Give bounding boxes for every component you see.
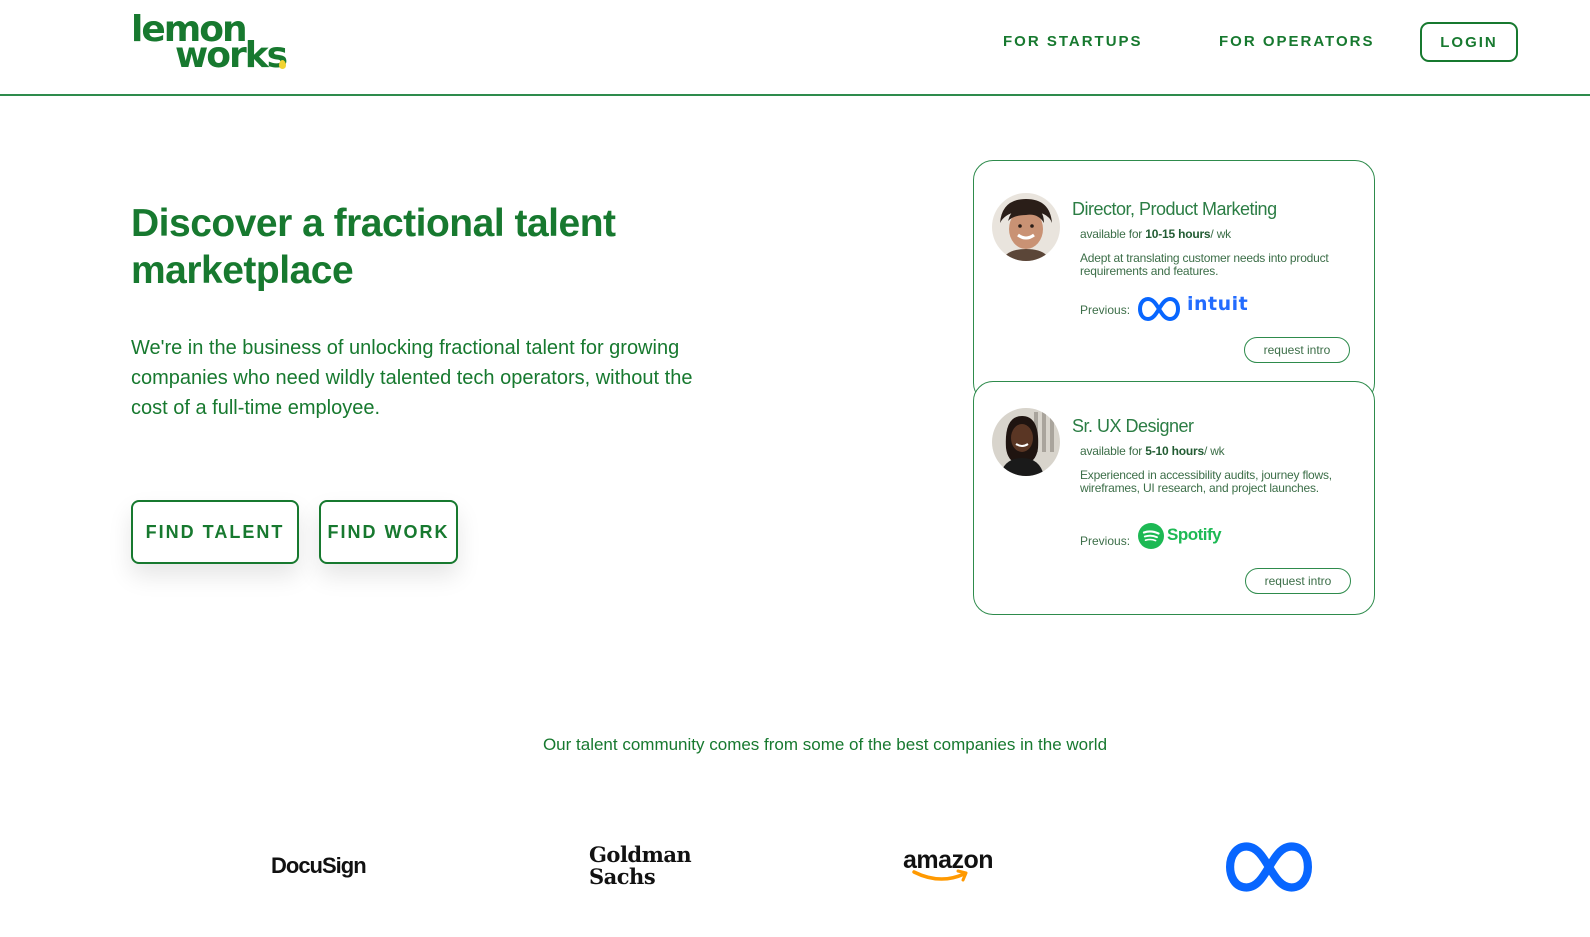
goldman-line-2: Sachs [589,864,656,889]
hero-description: We're in the business of unlocking fract… [131,337,693,419]
nav-for-startups[interactable]: FOR STARTUPS [1003,33,1143,50]
site-header: lemon works FOR STARTUPS FOR OPERATORS L… [0,0,1590,96]
avatar [992,193,1060,261]
login-button[interactable]: LOGIN [1420,22,1518,62]
hero-title: Discover a fractional talent marketplace [131,202,616,292]
availability-suffix: / wk [1203,444,1225,458]
availability-suffix: / wk [1210,227,1231,241]
request-intro-button[interactable]: request intro [1245,568,1351,594]
availability: available for 5-10 hours/ wk [1080,444,1225,458]
card-description: Experienced in accessibility audits, jou… [1080,468,1332,495]
card-title: Sr. UX Designer [1072,416,1194,436]
meta-icon [1138,297,1180,321]
companies-heading: Our talent community comes from some of … [542,735,1108,754]
card-title: Director, Product Marketing [1072,199,1277,219]
availability: available for 10-15 hours/ wk [1080,227,1231,241]
find-talent-button[interactable]: FIND TALENT [131,500,299,564]
lemon-drop-icon [279,60,286,69]
previous-label: Previous: [1080,534,1131,548]
goldman-line-1: Goldman [589,842,692,867]
find-work-button[interactable]: FIND WORK [319,500,458,564]
goldman-sachs-logo: Goldman Sachs [589,842,692,889]
spotify-icon [1138,523,1164,549]
avatar [992,408,1060,476]
request-intro-button[interactable]: request intro [1244,337,1350,363]
availability-prefix: available for [1080,444,1146,458]
meta-logo-icon [1226,842,1312,892]
docusign-logo: DocuSign [271,853,367,878]
availability-hours: 5-10 hours [1145,444,1204,458]
nav-for-operators[interactable]: FOR OPERATORS [1219,33,1374,50]
intuit-logo: intuit [1187,293,1249,315]
previous-label: Previous: [1080,303,1131,317]
talent-cards: Director, Product Marketing available fo… [973,160,1375,615]
availability-prefix: available for [1080,227,1146,241]
spotify-logo: Spotify [1167,525,1222,544]
amazon-smile-icon [912,869,968,882]
availability-hours: 10-15 hours [1145,227,1211,241]
talent-card: Sr. UX Designer available for 5-10 hours… [973,381,1375,615]
card-description: Adept at translating customer needs into… [1080,251,1329,278]
talent-card: Director, Product Marketing available fo… [973,160,1375,403]
lemonworks-logo[interactable]: lemon works [131,10,291,74]
logo-line-2: works [175,35,288,76]
